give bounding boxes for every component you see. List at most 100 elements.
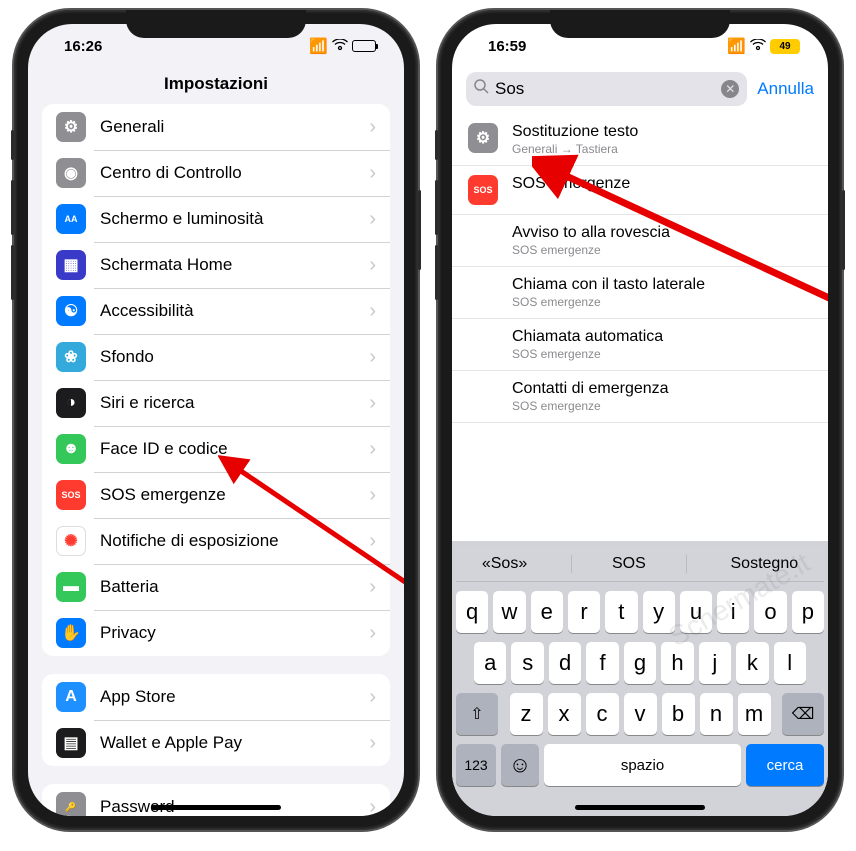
search-value: Sos <box>495 79 721 99</box>
chevron-icon: › <box>369 254 376 277</box>
key-w[interactable]: w <box>493 591 525 633</box>
chevron-icon: › <box>369 300 376 323</box>
result-subtitle: SOS emergenze <box>512 243 670 257</box>
key-c[interactable]: c <box>586 693 619 735</box>
search-input[interactable]: Sos ✕ <box>466 72 747 106</box>
settings-item-label: Accessibilità <box>100 301 194 321</box>
search-result-item[interactable]: Chiamata automaticaSOS emergenze <box>452 319 828 371</box>
settings-item-label: Privacy <box>100 623 156 643</box>
chevron-icon: › <box>369 208 376 231</box>
settings-group-3: 🔑Password› <box>42 784 390 816</box>
settings-item-icon: ❀ <box>56 342 86 372</box>
search-result-item[interactable]: Avviso to alla rovesciaSOS emergenze <box>452 215 828 267</box>
cancel-button[interactable]: Annulla <box>757 79 814 99</box>
settings-item[interactable]: SOSSOS emergenze› <box>42 472 390 518</box>
key-o[interactable]: o <box>754 591 786 633</box>
key-a[interactable]: a <box>474 642 506 684</box>
settings-item[interactable]: ▤Wallet e Apple Pay› <box>42 720 390 766</box>
home-indicator[interactable] <box>575 805 705 810</box>
settings-item-icon: A <box>56 682 86 712</box>
settings-item[interactable]: ◑Siri e ricerca› <box>42 380 390 426</box>
signal-icon: 📶 <box>309 37 328 55</box>
search-result-item[interactable]: Chiama con il tasto lateraleSOS emergenz… <box>452 267 828 319</box>
settings-item-icon: ☻ <box>56 434 86 464</box>
key-d[interactable]: d <box>549 642 581 684</box>
shift-key[interactable]: ⇧ <box>456 693 498 735</box>
key-j[interactable]: j <box>699 642 731 684</box>
home-indicator[interactable] <box>151 805 281 810</box>
notch <box>126 10 306 38</box>
emoji-key[interactable]: ☺ <box>501 744 539 786</box>
key-p[interactable]: p <box>792 591 824 633</box>
key-f[interactable]: f <box>586 642 618 684</box>
settings-item[interactable]: ✺ Notifiche di esposizione › <box>42 518 390 564</box>
chevron-icon: › <box>369 116 376 139</box>
suggestion[interactable]: SOS <box>571 555 687 573</box>
key-v[interactable]: v <box>624 693 657 735</box>
settings-item[interactable]: ◉Centro di Controllo› <box>42 150 390 196</box>
space-key[interactable]: spazio <box>544 744 741 786</box>
key-n[interactable]: n <box>700 693 733 735</box>
backspace-key[interactable]: ⌫ <box>782 693 824 735</box>
settings-item-icon: ✋ <box>56 618 86 648</box>
settings-item-label: Notifiche di esposizione <box>100 531 279 551</box>
key-b[interactable]: b <box>662 693 695 735</box>
suggestion[interactable]: «Sos» <box>482 555 527 573</box>
search-result-item[interactable]: ⚙Sostituzione testoGenerali → Tastiera <box>452 114 828 166</box>
search-icon <box>474 79 489 99</box>
settings-item-label: SOS emergenze <box>100 485 226 505</box>
key-k[interactable]: k <box>736 642 768 684</box>
return-key[interactable]: cerca <box>746 744 824 786</box>
settings-item-icon: 🔑 <box>56 792 86 816</box>
key-z[interactable]: z <box>510 693 543 735</box>
key-e[interactable]: e <box>531 591 563 633</box>
signal-icon: 📶 <box>727 37 746 55</box>
chevron-icon: › <box>369 484 376 507</box>
key-g[interactable]: g <box>624 642 656 684</box>
chevron-icon: › <box>369 392 376 415</box>
settings-item[interactable]: 🔑Password› <box>42 784 390 816</box>
key-h[interactable]: h <box>661 642 693 684</box>
settings-item[interactable]: AASchermo e luminosità› <box>42 196 390 242</box>
status-time: 16:59 <box>488 38 526 55</box>
key-t[interactable]: t <box>605 591 637 633</box>
key-u[interactable]: u <box>680 591 712 633</box>
key-x[interactable]: x <box>548 693 581 735</box>
key-i[interactable]: i <box>717 591 749 633</box>
keyboard-suggestions[interactable]: «Sos» SOS Sostegno <box>456 547 824 582</box>
key-m[interactable]: m <box>738 693 771 735</box>
key-y[interactable]: y <box>643 591 675 633</box>
settings-item[interactable]: ❀ Sfondo › <box>42 334 390 380</box>
settings-item[interactable]: AApp Store› <box>42 674 390 720</box>
key-r[interactable]: r <box>568 591 600 633</box>
search-result-item[interactable]: Contatti di emergenzaSOS emergenze <box>452 371 828 423</box>
result-subtitle: SOS emergenze <box>512 295 705 309</box>
settings-item-label: Schermo e luminosità <box>100 209 263 229</box>
settings-item-label: Sfondo <box>100 347 154 367</box>
settings-item[interactable]: ☻Face ID e codice› <box>42 426 390 472</box>
chevron-icon: › <box>369 346 376 369</box>
settings-group-2: AApp Store›▤Wallet e Apple Pay› <box>42 674 390 766</box>
settings-item[interactable]: ☯Accessibilità› <box>42 288 390 334</box>
search-result-item[interactable]: SOSSOS emergenze <box>452 166 828 215</box>
key-q[interactable]: q <box>456 591 488 633</box>
settings-item-icon: ✺ <box>56 526 86 556</box>
settings-item[interactable]: ▬Batteria› <box>42 564 390 610</box>
status-icons: 📶 <box>309 37 376 55</box>
settings-group-1: ⚙Generali›◉Centro di Controllo›AASchermo… <box>42 104 390 656</box>
key-l[interactable]: l <box>774 642 806 684</box>
settings-item[interactable]: ⚙Generali› <box>42 104 390 150</box>
result-subtitle: Generali → Tastiera <box>512 142 638 156</box>
numeric-key[interactable]: 123 <box>456 744 496 786</box>
chevron-icon: › <box>369 576 376 599</box>
result-subtitle: SOS emergenze <box>512 399 669 413</box>
key-s[interactable]: s <box>511 642 543 684</box>
suggestion[interactable]: Sostegno <box>731 555 799 573</box>
keyboard[interactable]: «Sos»SOSSostegno qwertyuiop asdfghjkl ⇧ … <box>452 541 828 816</box>
settings-item[interactable]: ✋Privacy› <box>42 610 390 656</box>
clear-search-icon[interactable]: ✕ <box>721 80 739 98</box>
wifi-icon <box>332 38 348 55</box>
settings-item-icon: ▬ <box>56 572 86 602</box>
settings-item[interactable]: ▦Schermata Home› <box>42 242 390 288</box>
chevron-icon: › <box>369 530 376 553</box>
